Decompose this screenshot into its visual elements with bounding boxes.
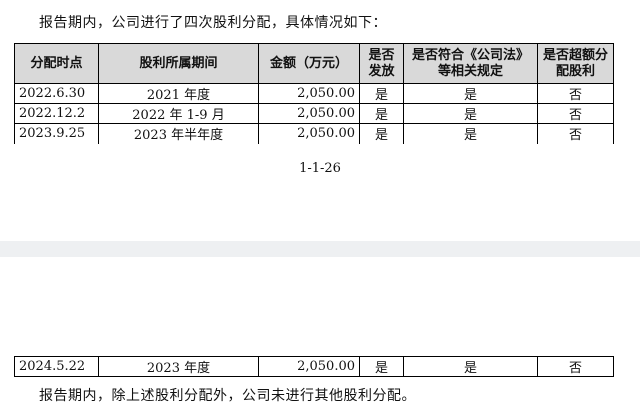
cell-date: 2022.6.30	[14, 83, 99, 104]
cell-period: 2023 年半年度	[98, 123, 259, 144]
table-header-row: 分配时点 股利所属期间 金额（万元） 是否 发放 是否符合《公司法》 等相关规定…	[14, 43, 614, 84]
header-compliance: 是否符合《公司法》 等相关规定	[403, 43, 538, 84]
cell-amount: 2,050.00	[258, 103, 360, 124]
cell-excess: 否	[537, 103, 614, 124]
cell-period: 2021 年度	[98, 83, 259, 104]
cell-compliance: 是	[403, 356, 538, 377]
cell-paid: 是	[359, 123, 404, 144]
header-amount: 金额（万元）	[258, 43, 360, 84]
closing-paragraph: 报告期内，除上述股利分配外，公司未进行其他股利分配。	[39, 388, 416, 404]
cell-amount: 2,050.00	[258, 123, 360, 144]
table-row: 2022.6.30 2021 年度 2,050.00 是 是 否	[14, 83, 614, 104]
page-break	[0, 241, 640, 257]
cell-excess: 否	[537, 83, 614, 104]
cell-date: 2022.12.2	[14, 103, 99, 124]
dividend-table: 分配时点 股利所属期间 金额（万元） 是否 发放 是否符合《公司法》 等相关规定…	[14, 43, 614, 144]
page-number: 1-1-26	[299, 161, 341, 176]
table-row: 2024.5.22 2023 年度 2,050.00 是 是 否	[14, 356, 614, 377]
cell-date: 2023.9.25	[14, 123, 99, 144]
cell-compliance: 是	[403, 123, 538, 144]
header-dividend-period: 股利所属期间	[98, 43, 259, 84]
cell-paid: 是	[359, 83, 404, 104]
header-paid: 是否 发放	[359, 43, 404, 84]
cell-date: 2024.5.22	[14, 356, 99, 377]
cell-amount: 2,050.00	[258, 83, 360, 104]
cell-excess: 否	[537, 123, 614, 144]
header-distribution-date: 分配时点	[14, 43, 99, 84]
cell-amount: 2,050.00	[258, 356, 360, 377]
cell-excess: 否	[537, 356, 614, 377]
table-row: 2022.12.2 2022 年 1-9 月 2,050.00 是 是 否	[14, 103, 614, 124]
table-row: 2023.9.25 2023 年半年度 2,050.00 是 是 否	[14, 123, 614, 144]
cell-paid: 是	[359, 103, 404, 124]
dividend-table-continued: 2024.5.22 2023 年度 2,050.00 是 是 否	[14, 356, 614, 377]
cell-period: 2023 年度	[98, 356, 259, 377]
cell-paid: 是	[359, 356, 404, 377]
cell-compliance: 是	[403, 83, 538, 104]
cell-compliance: 是	[403, 103, 538, 124]
intro-paragraph: 报告期内，公司进行了四次股利分配，具体情况如下：	[39, 15, 387, 31]
header-excess-dividend: 是否超额分 配股利	[537, 43, 614, 84]
cell-period: 2022 年 1-9 月	[98, 103, 259, 124]
